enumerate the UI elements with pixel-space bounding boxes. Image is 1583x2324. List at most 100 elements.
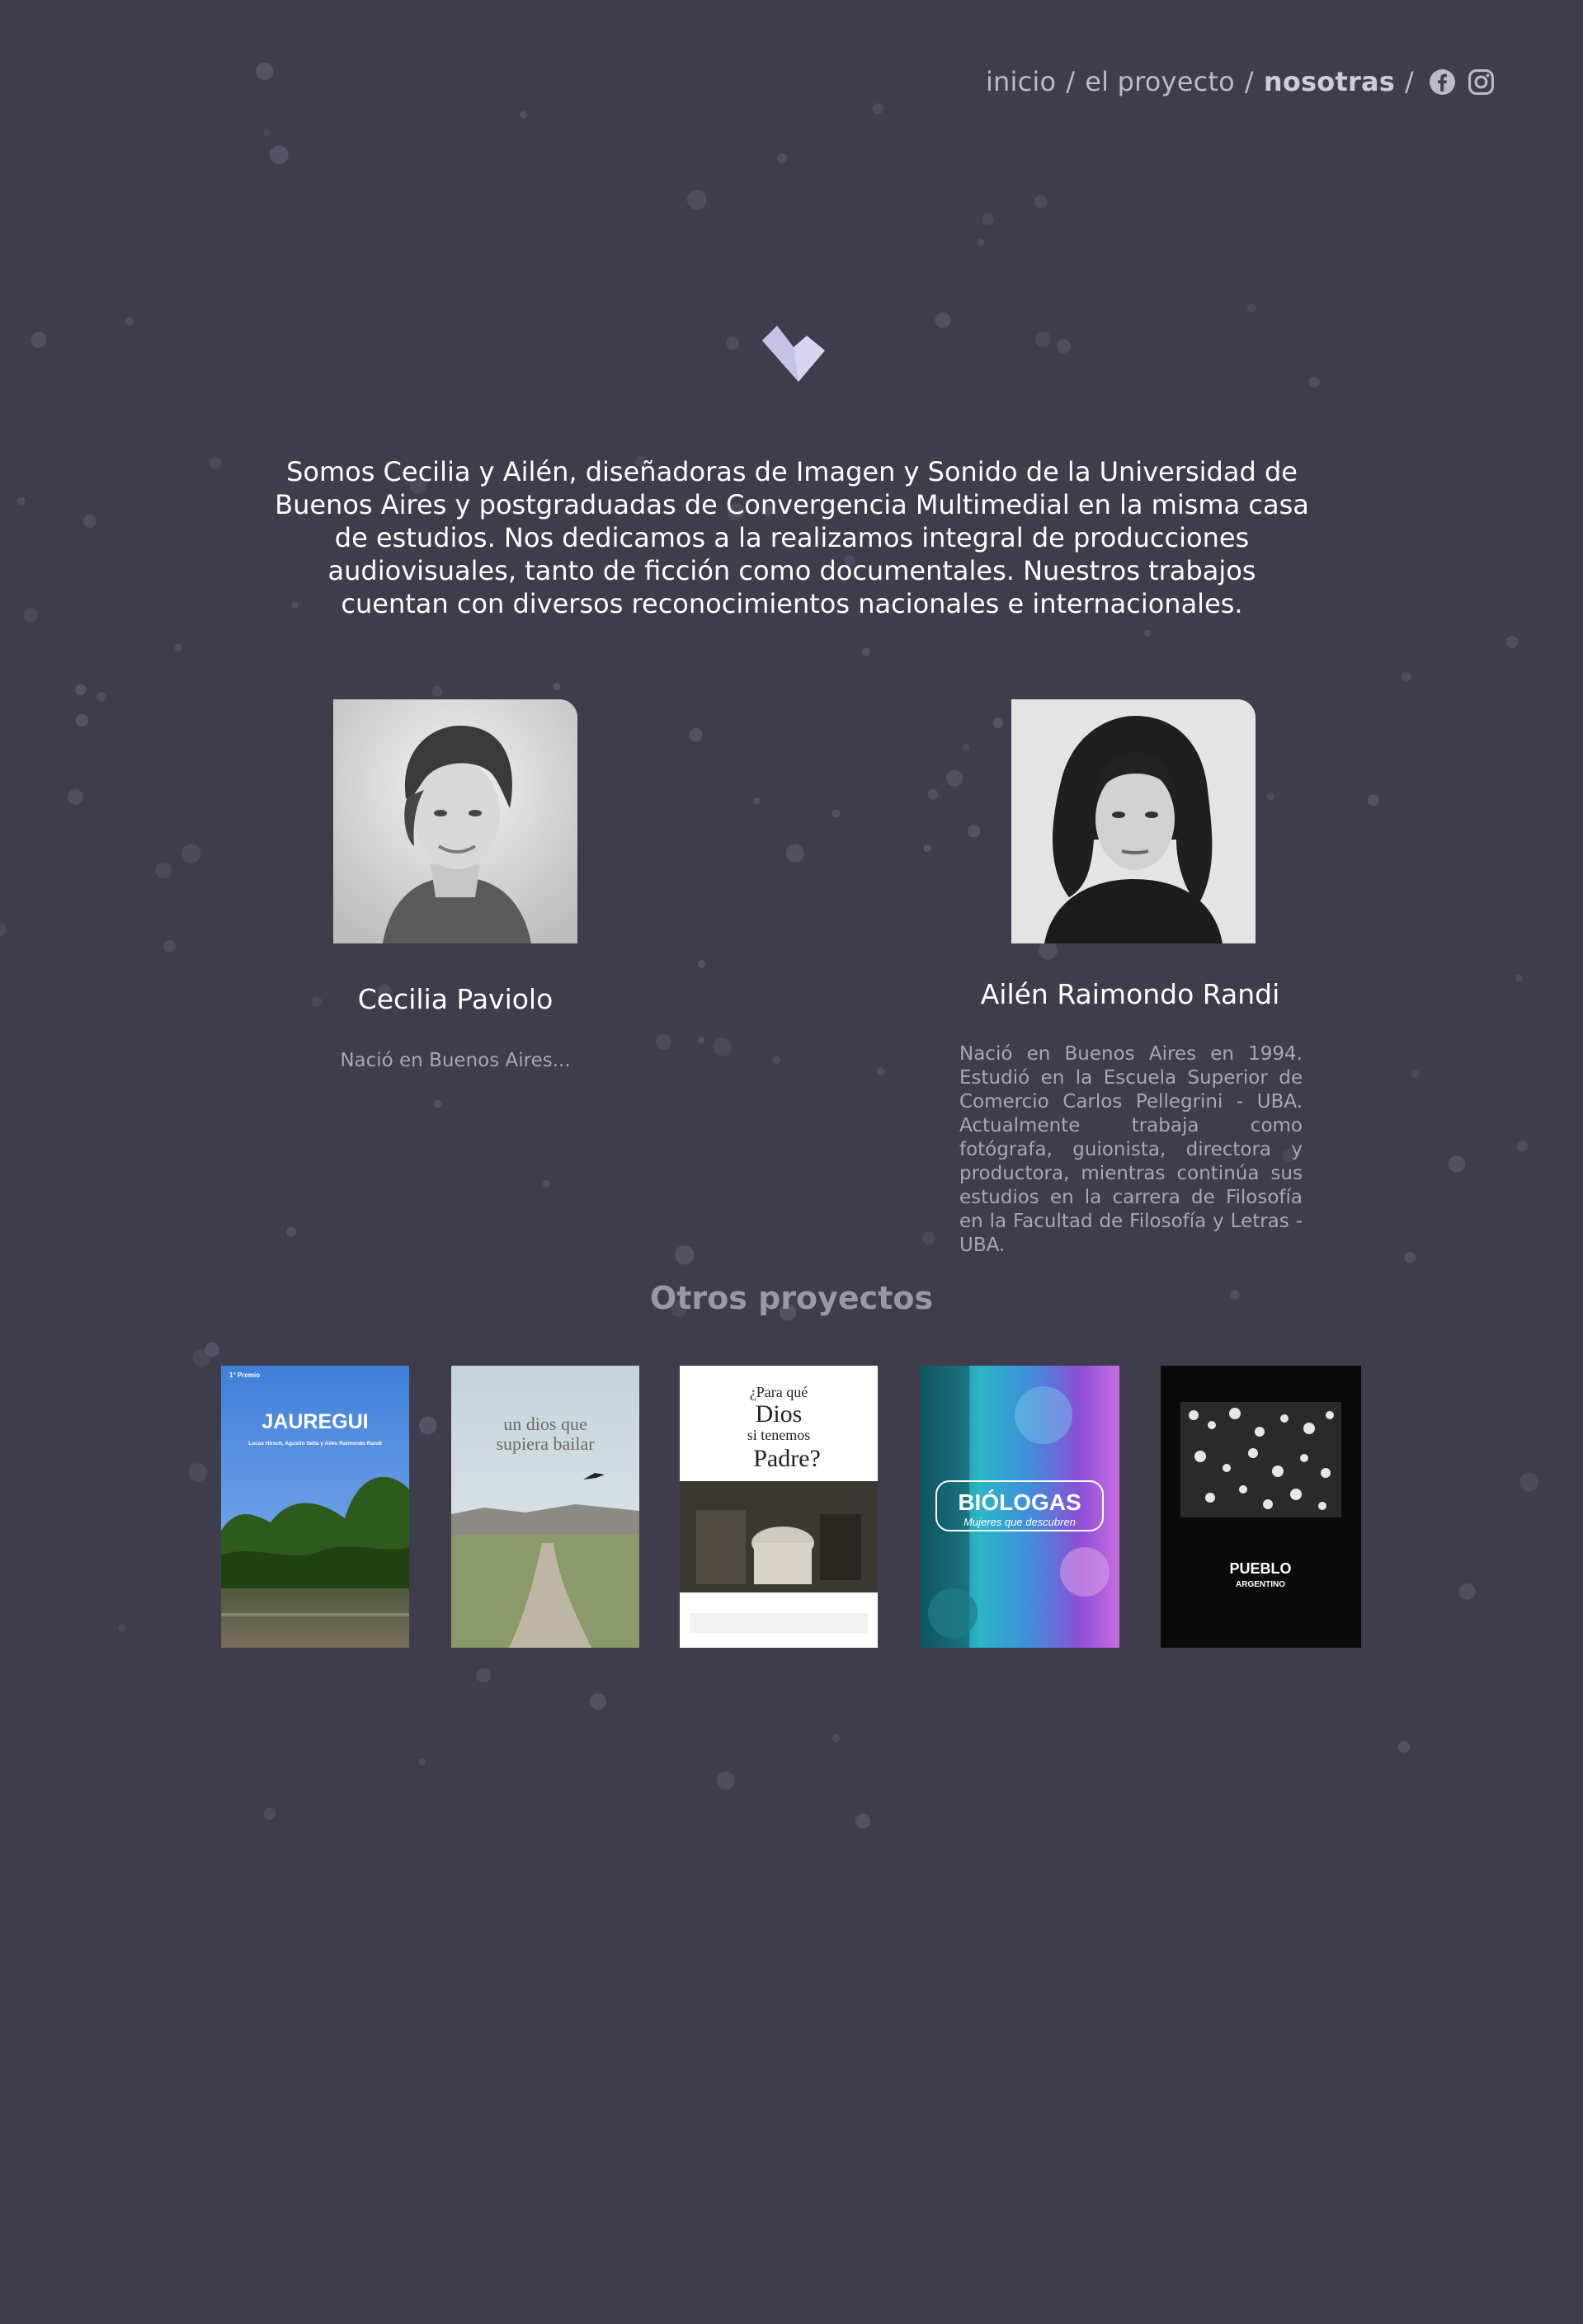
background-dot xyxy=(263,128,271,137)
background-dot xyxy=(431,685,443,697)
background-dot xyxy=(256,62,274,81)
background-dot xyxy=(209,456,222,469)
project-poster-biologas[interactable]: BIÓLOGAS Mujeres que descubren xyxy=(920,1366,1119,1648)
background-dot xyxy=(753,797,761,805)
background-dot xyxy=(1246,303,1256,313)
background-dot xyxy=(1367,794,1379,807)
poster-title-line: supiera bailar xyxy=(496,1433,595,1454)
background-dot xyxy=(689,727,703,742)
background-dot xyxy=(269,145,289,165)
project-poster-para-que-dios[interactable]: ¿Para qué Dios si tenemos Padre? xyxy=(680,1366,878,1648)
section-title-otros-proyectos: Otros proyectos xyxy=(649,1280,934,1316)
background-dot xyxy=(1404,1251,1416,1263)
background-dot xyxy=(97,691,106,702)
background-dot xyxy=(697,960,706,968)
background-dot xyxy=(967,825,981,838)
background-dot xyxy=(1397,1741,1410,1753)
background-dot xyxy=(1034,195,1048,209)
background-dot xyxy=(1057,339,1071,354)
nav-link-nosotras[interactable]: nosotras xyxy=(1264,66,1395,97)
background-dot xyxy=(876,1067,885,1076)
background-dot xyxy=(181,844,201,863)
background-dot xyxy=(687,190,707,209)
background-dot xyxy=(23,608,38,623)
background-dot xyxy=(1411,1070,1420,1078)
background-dot xyxy=(982,213,994,225)
poster-title: JAUREGUI xyxy=(261,1410,368,1433)
background-dot xyxy=(31,332,47,348)
member-name: Cecilia Paviolo xyxy=(357,983,554,1015)
background-dot xyxy=(1034,332,1051,347)
member-photo xyxy=(333,699,577,943)
background-dot xyxy=(1519,1472,1539,1492)
background-dot xyxy=(1448,1155,1466,1173)
member-name: Ailén Raimondo Randi xyxy=(980,978,1280,1010)
background-dot xyxy=(286,1226,296,1237)
background-dot xyxy=(675,1245,695,1265)
poster-title: BIÓLOGAS xyxy=(958,1489,1081,1515)
background-dot xyxy=(927,789,939,800)
background-dot xyxy=(977,238,985,247)
background-dot xyxy=(832,809,841,818)
background-dot xyxy=(118,1624,126,1633)
nav-link-el-proyecto[interactable]: el proyecto xyxy=(1085,66,1235,97)
background-dot xyxy=(553,683,561,691)
background-dot xyxy=(188,1463,208,1482)
background-dot xyxy=(163,939,177,953)
member-bio: Nació en Buenos Aires en 1994. Estudió e… xyxy=(959,1043,1303,1256)
nav-separator: / xyxy=(1244,66,1254,97)
background-dot xyxy=(16,496,26,506)
background-dot xyxy=(855,1814,871,1829)
background-dot xyxy=(311,996,323,1007)
background-dot xyxy=(872,103,883,115)
background-dot xyxy=(1308,376,1320,388)
background-dot xyxy=(698,1037,705,1044)
member-bio: Nació en Buenos Aires... xyxy=(340,1050,571,1071)
nav-separator: / xyxy=(1066,66,1076,97)
nav-link-inicio[interactable]: inicio xyxy=(986,66,1056,97)
member-photo xyxy=(1011,699,1256,943)
background-dot xyxy=(155,861,172,878)
background-dot xyxy=(418,1758,426,1766)
instagram-icon[interactable] xyxy=(1468,68,1495,96)
background-dot xyxy=(946,769,963,787)
project-poster-un-dios-que-supiera-bailar[interactable]: un dios que supiera bailar xyxy=(451,1366,639,1648)
poster-title-line: si tenemos xyxy=(747,1427,811,1443)
background-dot xyxy=(1458,1583,1476,1600)
background-dot xyxy=(75,684,87,696)
poster-title-line: ¿Para qué xyxy=(750,1384,808,1400)
background-dot xyxy=(772,1056,780,1065)
poster-title-line: un dios que xyxy=(503,1414,587,1434)
background-dot xyxy=(923,844,931,853)
project-poster-jauregui[interactable]: 1° Premio JAUREGUI Lucas Hirsch, Agustín… xyxy=(221,1366,409,1648)
background-dot xyxy=(713,1037,732,1056)
main-nav: inicio / el proyecto / nosotras / xyxy=(986,61,1495,102)
background-dot xyxy=(716,1771,735,1790)
background-dot xyxy=(1143,629,1152,637)
background-dot xyxy=(519,111,527,119)
poster-credits: Lucas Hirsch, Agustín Sella y Ailén Raim… xyxy=(248,1441,382,1447)
nav-separator: / xyxy=(1405,66,1414,97)
poster-title-line: PUEBLO xyxy=(1229,1560,1291,1577)
background-dot xyxy=(476,1668,491,1683)
background-dot xyxy=(656,1033,671,1050)
social-links xyxy=(1429,68,1495,96)
background-dot xyxy=(776,153,788,164)
background-dot xyxy=(590,1693,606,1710)
background-dot xyxy=(1515,974,1523,982)
background-dot xyxy=(205,1342,219,1357)
poster-subtitle: Mujeres que descubren xyxy=(963,1516,1076,1528)
project-poster-pueblo-argentino[interactable]: PUEBLO ARGENTINO xyxy=(1161,1366,1361,1648)
background-dot xyxy=(192,1348,210,1367)
background-dot xyxy=(962,743,970,751)
background-dot xyxy=(263,1807,276,1820)
background-dot xyxy=(832,1734,841,1743)
background-dot xyxy=(1266,793,1274,801)
facebook-icon[interactable] xyxy=(1429,68,1456,96)
background-dot xyxy=(992,717,1004,729)
background-dot xyxy=(1039,941,1058,960)
background-dot xyxy=(125,317,134,326)
background-dot xyxy=(785,844,804,863)
background-dot xyxy=(1516,1141,1529,1152)
background-dot xyxy=(1505,636,1519,649)
